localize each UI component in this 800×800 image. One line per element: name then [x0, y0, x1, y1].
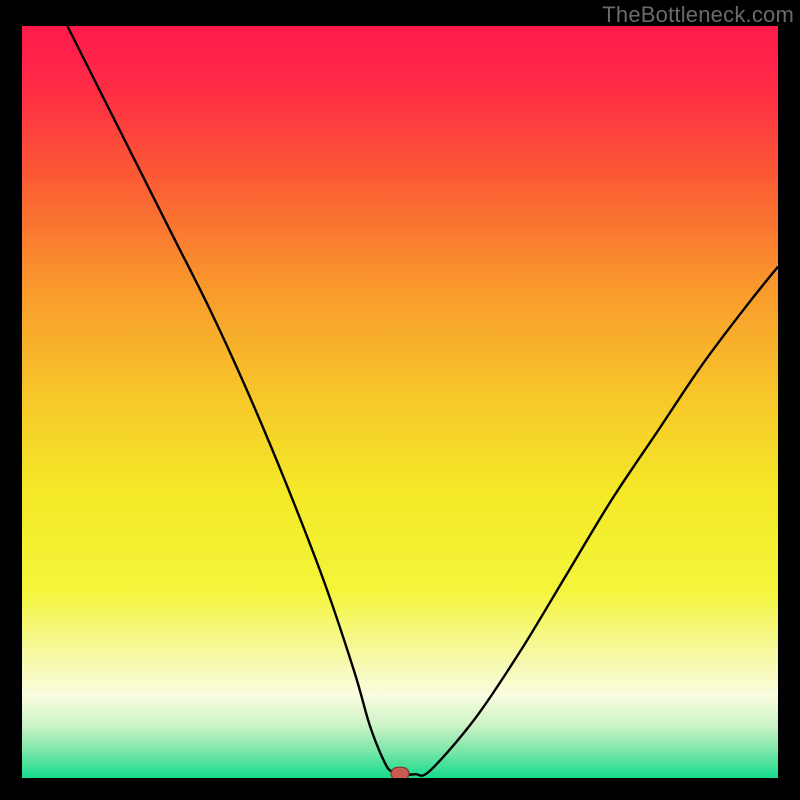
chart-svg: [22, 26, 778, 778]
minimum-marker: [391, 767, 409, 778]
watermark-text: TheBottleneck.com: [602, 2, 794, 28]
plot-area: [22, 26, 778, 778]
chart-frame: TheBottleneck.com: [0, 0, 800, 800]
gradient-background: [22, 26, 778, 778]
